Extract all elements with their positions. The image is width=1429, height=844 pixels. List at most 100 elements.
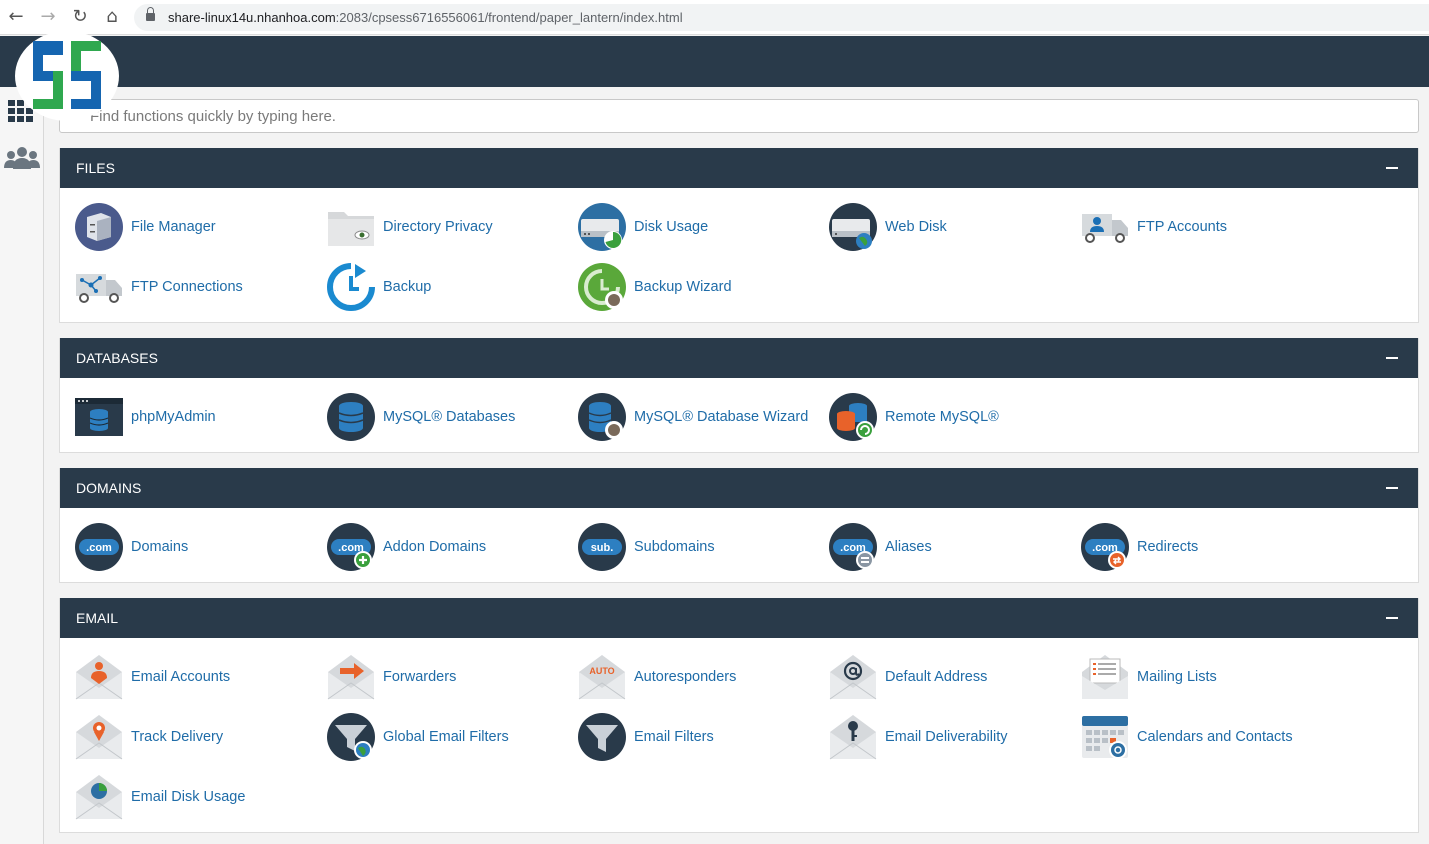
email-accounts-link[interactable]: Email Accounts [74, 652, 230, 702]
subdomains-link[interactable]: sub. Subdomains [577, 522, 715, 572]
lock-icon [146, 7, 155, 21]
email-deliverability-link[interactable]: Email Deliverability [828, 712, 1007, 762]
mysql-databases-link[interactable]: MySQL® Databases [326, 392, 515, 442]
users-icon[interactable] [4, 145, 40, 171]
default-address-link[interactable]: Default Address [828, 652, 987, 702]
web-disk-link[interactable]: Web Disk [828, 202, 947, 252]
directory-privacy-link[interactable]: Directory Privacy [326, 202, 493, 252]
ftp-accounts-link[interactable]: FTP Accounts [1080, 202, 1227, 252]
item-label: Track Delivery [131, 729, 224, 745]
disk-usage-link[interactable]: Disk Usage [577, 202, 708, 252]
disk-usage-icon [578, 203, 626, 251]
left-sidebar [0, 87, 44, 844]
ftp-connections-icon [76, 274, 122, 303]
svg-text:.com: .com [86, 542, 112, 554]
autoresponders-link[interactable]: AUTO Autoresponders [577, 652, 736, 702]
collapse-icon[interactable] [1386, 167, 1398, 169]
forwarders-icon [327, 655, 375, 700]
backup-wizard-link[interactable]: Backup Wizard [577, 262, 732, 312]
item-label: Email Accounts [131, 669, 231, 685]
reload-icon[interactable]: ↻ [69, 6, 91, 28]
email-disk-usage-icon [75, 775, 123, 820]
file-manager-icon [75, 203, 123, 251]
email-accounts-icon [75, 655, 123, 700]
addon-domains-link[interactable]: .com Addon Domains [326, 522, 486, 572]
item-label: Backup [383, 279, 432, 295]
address-bar[interactable]: share-linux14u.nhanhoa.com:2083/cpsess67… [134, 4, 1429, 31]
calendars-contacts-link[interactable]: Calendars and Contacts [1080, 712, 1293, 762]
subdomains-icon: sub. [578, 523, 626, 571]
item-label: Aliases [885, 539, 932, 555]
panel-header[interactable]: DATABASES [60, 338, 1418, 378]
mailing-lists-icon [1082, 655, 1128, 699]
ftp-connections-link[interactable]: FTP Connections [74, 262, 243, 312]
web-disk-icon [829, 203, 877, 251]
item-label: phpMyAdmin [131, 409, 216, 425]
mysql-wizard-link[interactable]: MySQL® Database Wizard [577, 392, 808, 442]
redirects-link[interactable]: .com Redirects [1080, 522, 1198, 572]
item-label: Calendars and Contacts [1137, 729, 1293, 745]
redirects-icon: .com [1081, 523, 1129, 571]
item-label: Subdomains [634, 539, 715, 555]
url-text: share-linux14u.nhanhoa.com:2083/cpsess67… [168, 10, 683, 25]
panel-header[interactable]: FILES [60, 148, 1418, 188]
item-label: File Manager [131, 219, 216, 235]
item-label: Domains [131, 539, 189, 555]
forward-arrow-icon[interactable]: → [37, 6, 59, 28]
quick-search-box[interactable] [59, 99, 1419, 133]
email-disk-usage-link[interactable]: Email Disk Usage [74, 772, 245, 822]
item-label: Forwarders [383, 669, 457, 685]
item-label: Disk Usage [634, 219, 709, 235]
domains-panel: DOMAINS .com Domains .com Addon Domains … [59, 468, 1419, 583]
autoresponders-icon: AUTO [578, 655, 626, 700]
item-label: FTP Accounts [1137, 219, 1227, 235]
collapse-icon[interactable] [1386, 487, 1398, 489]
item-label: Mailing Lists [1137, 669, 1217, 685]
backup-wizard-icon [578, 263, 626, 311]
back-arrow-icon[interactable]: ← [5, 6, 27, 28]
item-label: Autoresponders [634, 669, 737, 685]
search-input[interactable] [90, 100, 1390, 132]
panel-header[interactable]: DOMAINS [60, 468, 1418, 508]
item-label: Web Disk [885, 219, 947, 235]
item-label: Email Deliverability [885, 729, 1008, 745]
track-delivery-icon [75, 715, 123, 760]
phpmyadmin-icon [75, 398, 123, 436]
mysql-databases-icon [327, 393, 375, 441]
panel-header[interactable]: EMAIL [60, 598, 1418, 638]
file-manager-link[interactable]: File Manager [74, 202, 216, 252]
item-label: Addon Domains [383, 539, 487, 555]
email-deliverability-icon [829, 715, 877, 760]
browser-toolbar: ← → ↻ ⌂ share-linux14u.nhanhoa.com:2083/… [0, 0, 1429, 35]
calendars-contacts-icon [1082, 716, 1128, 759]
forwarders-link[interactable]: Forwarders [326, 652, 456, 702]
home-icon[interactable]: ⌂ [101, 6, 123, 28]
svg-text:AUTO: AUTO [589, 666, 614, 676]
logo-mark-icon [33, 41, 101, 109]
item-label: Global Email Filters [383, 729, 509, 745]
backup-icon [327, 263, 375, 311]
item-label: Email Filters [634, 729, 714, 745]
phpmyadmin-link[interactable]: phpMyAdmin [74, 392, 216, 442]
collapse-icon[interactable] [1386, 617, 1398, 619]
email-filters-link[interactable]: Email Filters [577, 712, 714, 762]
site-logo[interactable] [15, 31, 119, 121]
track-delivery-link[interactable]: Track Delivery [74, 712, 223, 762]
mysql-wizard-icon [578, 393, 626, 441]
directory-privacy-icon [328, 212, 374, 246]
domains-link[interactable]: .com Domains [74, 522, 188, 572]
aliases-link[interactable]: .com Aliases [828, 522, 932, 572]
databases-panel: DATABASES phpMyAdmin MySQL® Databases My… [59, 338, 1419, 453]
remote-mysql-link[interactable]: Remote MySQL® [828, 392, 999, 442]
backup-link[interactable]: Backup [326, 262, 431, 312]
global-email-filters-link[interactable]: Global Email Filters [326, 712, 509, 762]
item-label: MySQL® Databases [383, 409, 516, 425]
email-filters-icon [578, 713, 626, 761]
default-address-icon [829, 655, 877, 700]
collapse-icon[interactable] [1386, 357, 1398, 359]
global-email-filters-icon [327, 713, 375, 761]
aliases-icon: .com [829, 523, 877, 571]
mailing-lists-link[interactable]: Mailing Lists [1080, 652, 1217, 702]
panel-title: DOMAINS [76, 480, 142, 496]
item-label: Backup Wizard [634, 279, 732, 295]
